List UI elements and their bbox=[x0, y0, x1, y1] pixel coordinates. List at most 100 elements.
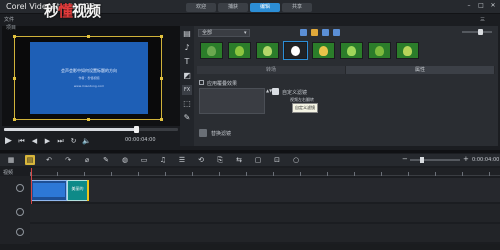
copy-icon[interactable]: ⎘ bbox=[215, 155, 225, 165]
slider-handle[interactable] bbox=[478, 29, 483, 35]
replace-filter-label[interactable]: 替换滤镜 bbox=[211, 130, 231, 137]
swap-icon[interactable]: ⇆ bbox=[234, 155, 244, 165]
zoom-handle[interactable] bbox=[420, 157, 424, 163]
maximize-icon[interactable]: □ bbox=[478, 3, 484, 9]
import-icon[interactable] bbox=[300, 29, 307, 36]
tab-welcome[interactable]: 欢迎 bbox=[186, 3, 216, 12]
play-icon[interactable]: ▶ bbox=[4, 136, 13, 146]
panel-divider[interactable] bbox=[0, 150, 500, 153]
color-icon[interactable]: ◍ bbox=[120, 155, 130, 165]
project-label: 项目 bbox=[6, 25, 17, 31]
custom-filter-label[interactable]: 自定义滤镜 bbox=[282, 89, 307, 96]
title-icon[interactable]: T bbox=[182, 57, 192, 67]
scrub-progress bbox=[4, 128, 136, 131]
filter-thumbnail[interactable] bbox=[312, 42, 335, 59]
resize-handle[interactable] bbox=[160, 118, 163, 121]
undo-icon[interactable]: ↶ bbox=[44, 155, 54, 165]
tab-share[interactable]: 共享 bbox=[282, 3, 312, 12]
transition-icon[interactable]: ◩ bbox=[182, 71, 192, 81]
track-manager-icon[interactable]: ☰ bbox=[177, 155, 187, 165]
filter-thumbnail[interactable] bbox=[283, 41, 308, 60]
multi-camera-icon[interactable]: ▢ bbox=[253, 155, 263, 165]
loop-icon[interactable]: ↻ bbox=[69, 137, 78, 146]
minimize-icon[interactable]: – bbox=[466, 3, 472, 9]
record-icon[interactable]: ⌀ bbox=[82, 155, 92, 165]
audio-track[interactable] bbox=[30, 224, 500, 242]
filter-thumbnail[interactable] bbox=[200, 42, 223, 59]
video-track-icon[interactable] bbox=[16, 184, 24, 192]
overlay-track[interactable] bbox=[30, 204, 500, 222]
auto-music-icon[interactable]: ♫ bbox=[158, 155, 168, 165]
edit-icon[interactable]: ✎ bbox=[101, 155, 111, 165]
timeline-scrollbar[interactable] bbox=[0, 244, 500, 250]
resize-handle[interactable] bbox=[87, 35, 90, 38]
folder-icon[interactable] bbox=[311, 29, 318, 36]
tab-transition[interactable]: 转场 bbox=[197, 66, 346, 74]
tab-capture[interactable]: 捕获 bbox=[218, 3, 248, 12]
clip-label: 美丽的 bbox=[71, 186, 84, 191]
storyboard-view-icon[interactable]: ▦ bbox=[6, 155, 16, 165]
mask-icon[interactable]: ⊡ bbox=[272, 155, 282, 165]
reorder-arrows-icon[interactable]: ▲▼ bbox=[266, 88, 272, 114]
clip-trim-handle[interactable] bbox=[87, 180, 89, 201]
redo-icon[interactable]: ↷ bbox=[63, 155, 73, 165]
overlay-track-icon[interactable] bbox=[16, 208, 24, 216]
video-title-text: 会声会影中如何设置标题的方向 bbox=[61, 68, 117, 73]
pan-zoom-icon[interactable]: ▭ bbox=[139, 155, 149, 165]
close-icon[interactable]: ✕ bbox=[490, 3, 496, 9]
menu-more-icon[interactable]: 三 bbox=[480, 16, 485, 23]
timeline-zoom-slider[interactable] bbox=[410, 159, 460, 161]
motion-icon[interactable]: ⟲ bbox=[196, 155, 206, 165]
thumbnail-size-slider[interactable] bbox=[462, 31, 492, 33]
tab-attribute[interactable]: 属性 bbox=[346, 66, 495, 74]
video-track[interactable] bbox=[30, 178, 500, 202]
preview-timecode[interactable]: 00:00:04:00 bbox=[125, 137, 156, 143]
resize-handle[interactable] bbox=[160, 77, 163, 80]
filter-thumbnail[interactable] bbox=[396, 42, 419, 59]
view-icon[interactable] bbox=[322, 29, 329, 36]
playhead[interactable] bbox=[31, 168, 32, 204]
volume-icon[interactable]: 🔈 bbox=[82, 137, 91, 146]
zoom-in-icon[interactable]: + bbox=[463, 155, 469, 163]
skip-end-icon[interactable]: ⏭ bbox=[56, 137, 65, 146]
ruler-ticks bbox=[30, 172, 500, 176]
timeline-view-icon[interactable]: ▤ bbox=[25, 155, 35, 165]
resize-handle[interactable] bbox=[13, 77, 16, 80]
timeline-timecode[interactable]: 0:00:04:00 bbox=[472, 157, 499, 163]
apply-overlay-checkbox[interactable] bbox=[199, 80, 204, 85]
filter-thumbnail[interactable] bbox=[340, 42, 363, 59]
sort-icon[interactable] bbox=[333, 29, 340, 36]
filter-thumbnail[interactable] bbox=[368, 42, 391, 59]
path-icon[interactable]: ✎ bbox=[182, 113, 192, 123]
zoom-out-icon[interactable]: − bbox=[402, 155, 408, 163]
window-controls: – □ ✕ bbox=[466, 3, 496, 9]
menu-file[interactable]: 文件 bbox=[4, 16, 14, 23]
resize-handle[interactable] bbox=[13, 118, 16, 121]
filter-thumbnail[interactable] bbox=[256, 42, 279, 59]
custom-filter-icon[interactable] bbox=[272, 88, 279, 95]
tab-edit[interactable]: 编辑 bbox=[250, 3, 280, 12]
chapter-icon[interactable]: ○ bbox=[291, 155, 301, 165]
library-category-select[interactable]: 全部 bbox=[198, 29, 250, 37]
tooltip: 自定义滤镜 bbox=[292, 103, 318, 113]
resize-handle[interactable] bbox=[13, 35, 16, 38]
media-icon[interactable]: ▤ bbox=[182, 29, 192, 39]
skip-start-icon[interactable]: ⏮ bbox=[17, 137, 26, 146]
title-track-icon[interactable] bbox=[16, 228, 24, 236]
rewind-icon[interactable]: ◀ bbox=[30, 137, 39, 146]
resize-handle[interactable] bbox=[87, 118, 90, 121]
library-tools bbox=[300, 29, 340, 36]
audio-icon[interactable]: ♪ bbox=[182, 43, 192, 53]
graphics-icon[interactable]: ⬚ bbox=[182, 99, 192, 109]
clip-thumbnail bbox=[33, 183, 65, 197]
chevron-down-icon[interactable]: ▾ bbox=[244, 30, 247, 36]
forward-icon[interactable]: ▶ bbox=[43, 137, 52, 146]
filter-fx-icon[interactable]: FX bbox=[182, 85, 192, 95]
replace-filter-icon[interactable] bbox=[199, 129, 207, 137]
filter-thumbnails bbox=[200, 41, 419, 60]
resize-handle[interactable] bbox=[160, 35, 163, 38]
applied-filters-list[interactable] bbox=[199, 88, 265, 114]
scrub-handle[interactable] bbox=[134, 126, 139, 133]
timeline-tools: ▦ ▤ ↶ ↷ ⌀ ✎ ◍ ▭ ♫ ☰ ⟲ ⎘ ⇆ ▢ ⊡ ○ bbox=[6, 155, 301, 165]
filter-thumbnail[interactable] bbox=[228, 42, 251, 59]
